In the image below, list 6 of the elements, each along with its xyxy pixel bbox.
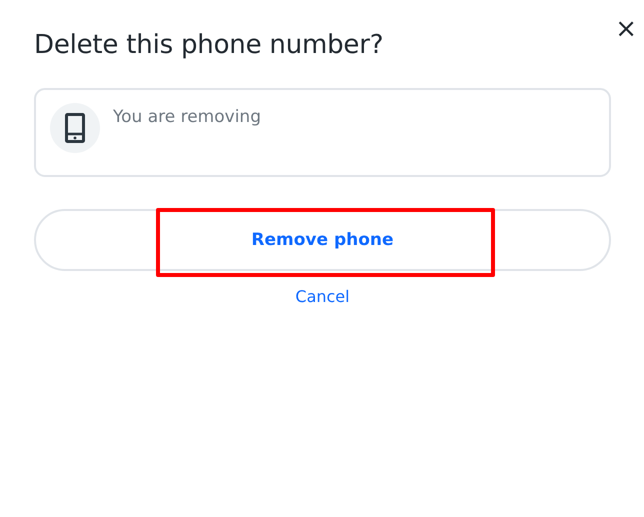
remove-phone-button[interactable]: Remove phone <box>34 209 611 271</box>
phone-icon <box>65 113 85 143</box>
close-button[interactable]: × <box>611 16 641 42</box>
cancel-link[interactable]: Cancel <box>295 287 350 306</box>
info-text: You are removing <box>113 107 261 127</box>
dialog-title: Delete this phone number? <box>34 30 384 60</box>
